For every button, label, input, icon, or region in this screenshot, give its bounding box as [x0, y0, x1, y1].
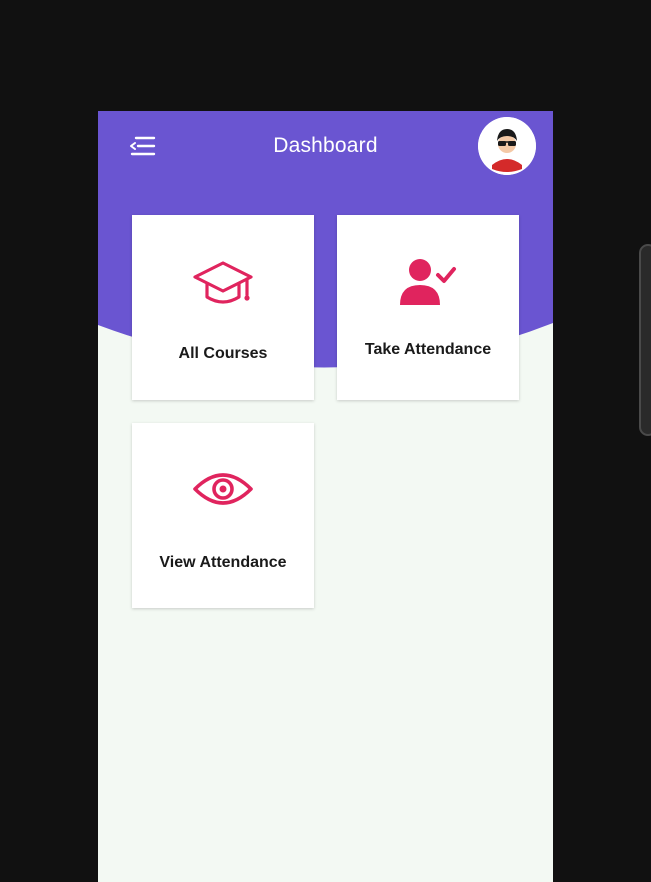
card-all-courses[interactable]: All Courses [132, 215, 314, 400]
card-label: Take Attendance [364, 341, 492, 358]
user-check-icon [400, 259, 456, 305]
side-handle [639, 244, 651, 436]
card-label: View Attendance [159, 554, 287, 571]
graduation-cap-icon [193, 261, 253, 304]
card-take-attendance[interactable]: Take Attendance [337, 215, 519, 400]
card-view-attendance[interactable]: View Attendance [132, 423, 314, 608]
avatar[interactable] [478, 117, 536, 175]
card-label: All Courses [178, 345, 268, 362]
screen-frame: Dashboard All Courses Take Attendance Vi… [0, 0, 651, 882]
app-screen: Dashboard All Courses Take Attendance Vi… [98, 111, 553, 882]
eye-icon [193, 473, 253, 505]
user-avatar-icon [478, 117, 536, 175]
